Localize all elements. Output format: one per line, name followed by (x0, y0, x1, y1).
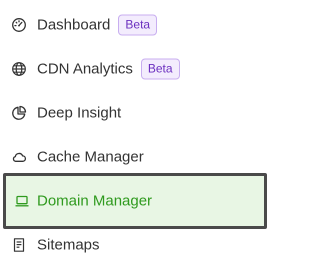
sidebar-item-dashboard[interactable]: Dashboard Beta (0, 3, 275, 47)
sidebar-item-domain-manager[interactable]: Domain Manager (3, 173, 267, 229)
document-list-icon (11, 237, 27, 253)
globe-icon (11, 61, 27, 77)
pie-chart-icon (11, 105, 27, 121)
sidebar-item-cdn-analytics[interactable]: CDN Analytics Beta (0, 47, 275, 91)
beta-badge: Beta (140, 58, 180, 80)
sidebar-item-deep-insight[interactable]: Deep Insight (0, 91, 275, 135)
sidebar-item-label: Cache Manager (37, 148, 144, 166)
sidebar-item-label: CDN Analytics Beta (37, 58, 180, 80)
dashboard-label: Dashboard (37, 16, 111, 34)
gauge-icon (11, 17, 27, 33)
cdn-analytics-label: CDN Analytics (37, 60, 133, 78)
cloud-icon (11, 149, 27, 165)
sidebar-item-label: Deep Insight (37, 104, 122, 122)
beta-badge: Beta (118, 14, 158, 36)
sidebar-item-sitemaps[interactable]: Sitemaps (0, 223, 275, 267)
laptop-icon (14, 193, 30, 209)
sidebar-item-label: Dashboard Beta (37, 14, 158, 36)
sidebar-item-label: Sitemaps (37, 236, 100, 254)
sidebar-item-label: Domain Manager (37, 192, 153, 210)
sidebar-nav: Dashboard Beta CDN Analytics Beta Deep I… (0, 0, 275, 269)
